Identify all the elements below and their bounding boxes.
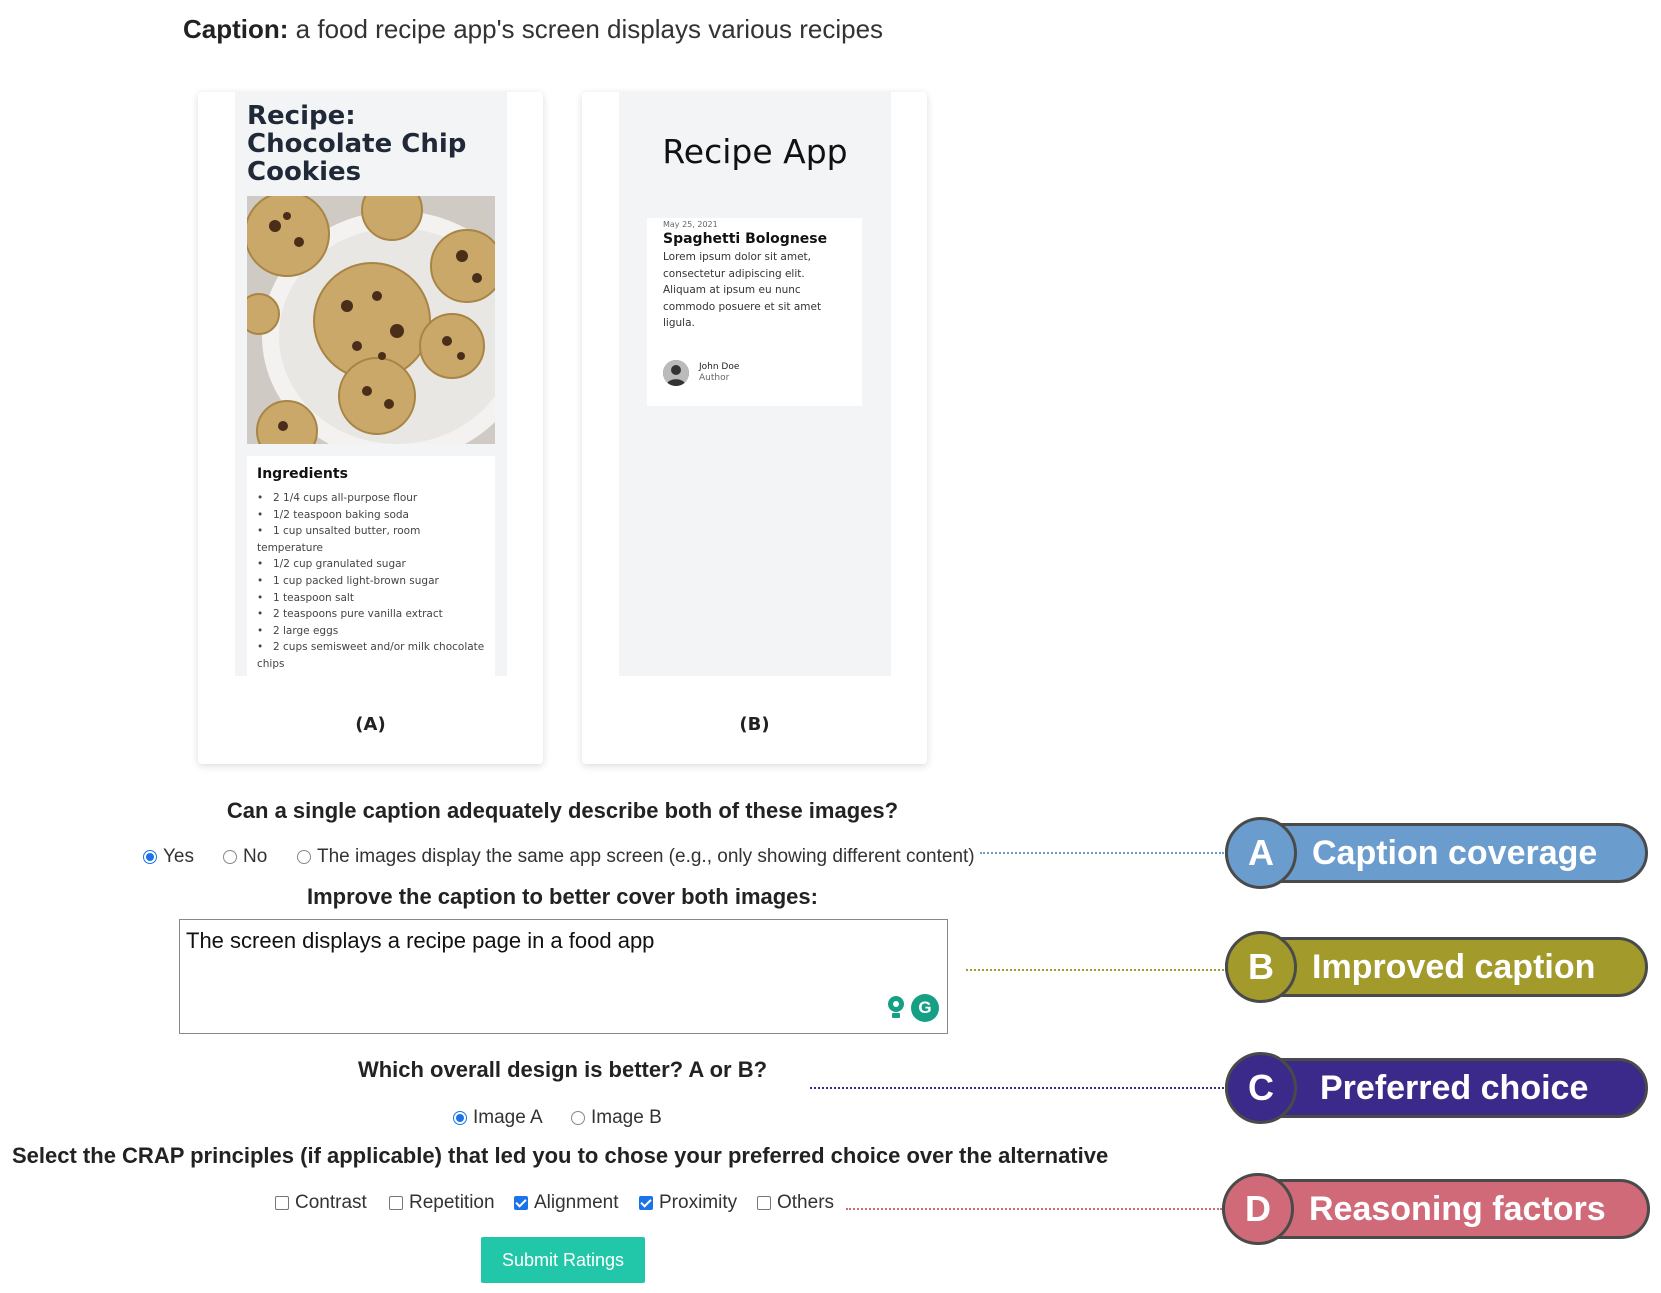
annotation-b-text: Improved caption bbox=[1312, 947, 1596, 986]
crap-question: Select the CRAP principles (if applicabl… bbox=[12, 1143, 1109, 1168]
annotation-b-badge: B bbox=[1225, 931, 1297, 1003]
cookies-illustration bbox=[247, 196, 495, 444]
author-info: John Doe Author bbox=[699, 362, 739, 384]
coverage-option-no[interactable]: No bbox=[223, 846, 267, 868]
annotation-d: D Reasoning factors bbox=[1222, 1173, 1650, 1245]
radio[interactable] bbox=[297, 850, 311, 864]
preferred-option-image-b[interactable]: Image B bbox=[571, 1107, 662, 1129]
image-a-screen: Recipe: Chocolate Chip Cookies Ingredien… bbox=[235, 92, 507, 676]
ingredient-item: 2 large eggs bbox=[257, 623, 485, 640]
crap-option-alignment[interactable]: Alignment bbox=[514, 1192, 619, 1214]
radio[interactable] bbox=[571, 1111, 585, 1125]
caption-label: Caption: bbox=[183, 14, 289, 44]
lightbulb-icon[interactable] bbox=[883, 993, 909, 1023]
caption-text: a food recipe app's screen displays vari… bbox=[295, 14, 884, 44]
checkbox[interactable] bbox=[757, 1196, 771, 1210]
recipe-post-card: May 25, 2021 Spaghetti Bolognese Lorem i… bbox=[647, 218, 862, 406]
post-date: May 25, 2021 bbox=[663, 220, 718, 229]
option-label: Image B bbox=[591, 1107, 662, 1128]
crap-option-others[interactable]: Others bbox=[757, 1192, 834, 1214]
option-label: No bbox=[243, 846, 268, 867]
post-body: Lorem ipsum dolor sit amet, consectetur … bbox=[663, 251, 822, 330]
connector-c bbox=[810, 1087, 1224, 1089]
grammarly-widget[interactable]: G bbox=[883, 993, 939, 1023]
author-name: John Doe bbox=[699, 362, 740, 372]
annotation-d-badge: D bbox=[1222, 1173, 1294, 1245]
ingredient-item: 2 teaspoons pure vanilla extract bbox=[257, 606, 485, 623]
connector-d bbox=[846, 1208, 1222, 1210]
recipe-title: Recipe: Chocolate Chip Cookies bbox=[247, 101, 467, 187]
app-title: Recipe App bbox=[662, 132, 848, 171]
ingredients-panel: Ingredients 2 1/4 cups all-purpose flour… bbox=[247, 456, 495, 676]
crap-option-repetition[interactable]: Repetition bbox=[389, 1192, 495, 1214]
image-b-screen: Recipe App May 25, 2021 Spaghetti Bologn… bbox=[619, 92, 891, 676]
connector-b bbox=[966, 969, 1224, 971]
crap-option-contrast[interactable]: Contrast bbox=[275, 1192, 367, 1214]
option-label: Others bbox=[777, 1192, 835, 1213]
radio-selected[interactable] bbox=[453, 1111, 467, 1125]
option-label: Contrast bbox=[295, 1192, 367, 1213]
caption-line: Caption: a food recipe app's screen disp… bbox=[183, 14, 883, 45]
option-label: Yes bbox=[163, 846, 194, 867]
ingredient-item: 2 cups semisweet and/or milk chocolate c… bbox=[257, 639, 485, 672]
ingredient-item: 2 1/4 cups all-purpose flour bbox=[257, 490, 485, 507]
ingredients-list: 2 1/4 cups all-purpose flour 1/2 teaspoo… bbox=[257, 490, 485, 673]
submit-ratings-button[interactable]: Submit Ratings bbox=[481, 1237, 645, 1283]
annotation-a-text: Caption coverage bbox=[1312, 833, 1598, 872]
author-role: Author bbox=[699, 373, 730, 383]
post-author: John Doe Author bbox=[663, 360, 739, 386]
textarea-value: The screen displays a recipe page in a f… bbox=[186, 928, 655, 953]
preferred-question: Which overall design is better? A or B? bbox=[357, 1057, 768, 1082]
ingredient-item: 1/2 cup granulated sugar bbox=[257, 556, 485, 573]
ingredient-item: 1/2 teaspoon baking soda bbox=[257, 507, 485, 524]
image-b-label: (B) bbox=[739, 714, 770, 735]
preferred-option-image-a[interactable]: Image A bbox=[453, 1107, 543, 1129]
coverage-option-same-screen[interactable]: The images display the same app screen (… bbox=[297, 846, 975, 868]
annotation-d-text: Reasoning factors bbox=[1309, 1189, 1606, 1228]
avatar bbox=[663, 360, 689, 386]
annotation-c-badge: C bbox=[1225, 1052, 1297, 1124]
checkbox-checked[interactable] bbox=[639, 1196, 653, 1210]
coverage-question: Can a single caption adequately describe… bbox=[226, 798, 899, 823]
ingredient-item: 1 cup unsalted butter, room temperature bbox=[257, 523, 485, 556]
radio-selected[interactable] bbox=[143, 850, 157, 864]
annotation-a-badge: A bbox=[1225, 817, 1297, 889]
annotation-a: A Caption coverage bbox=[1225, 817, 1648, 889]
image-a-label: (A) bbox=[355, 714, 386, 735]
annotation-c: C Preferred choice bbox=[1225, 1052, 1648, 1124]
image-a-card: Recipe: Chocolate Chip Cookies Ingredien… bbox=[198, 92, 543, 764]
person-icon bbox=[663, 360, 689, 386]
option-label: The images display the same app screen (… bbox=[317, 846, 975, 867]
radio[interactable] bbox=[223, 850, 237, 864]
annotation-b: B Improved caption bbox=[1225, 931, 1648, 1003]
image-b-card: Recipe App May 25, 2021 Spaghetti Bologn… bbox=[582, 92, 927, 764]
coverage-option-yes[interactable]: Yes bbox=[143, 846, 194, 868]
grammarly-icon[interactable]: G bbox=[911, 994, 939, 1022]
checkbox-checked[interactable] bbox=[514, 1196, 528, 1210]
improve-question: Improve the caption to better cover both… bbox=[307, 884, 818, 909]
checkbox[interactable] bbox=[389, 1196, 403, 1210]
option-label: Image A bbox=[473, 1107, 543, 1128]
option-label: Alignment bbox=[534, 1192, 619, 1213]
checkbox[interactable] bbox=[275, 1196, 289, 1210]
option-label: Repetition bbox=[409, 1192, 495, 1213]
ingredient-item: 1 teaspoon salt bbox=[257, 590, 485, 607]
post-title: Spaghetti Bolognese bbox=[663, 231, 828, 247]
ingredient-item: 1 cup packed light-brown sugar bbox=[257, 573, 485, 590]
option-label: Proximity bbox=[659, 1192, 738, 1213]
improved-caption-textarea[interactable]: The screen displays a recipe page in a f… bbox=[179, 919, 948, 1034]
connector-a bbox=[980, 852, 1224, 854]
ingredients-heading: Ingredients bbox=[257, 466, 348, 482]
crap-option-proximity[interactable]: Proximity bbox=[639, 1192, 737, 1214]
cookies-photo bbox=[247, 196, 495, 444]
annotation-c-text: Preferred choice bbox=[1320, 1068, 1589, 1107]
